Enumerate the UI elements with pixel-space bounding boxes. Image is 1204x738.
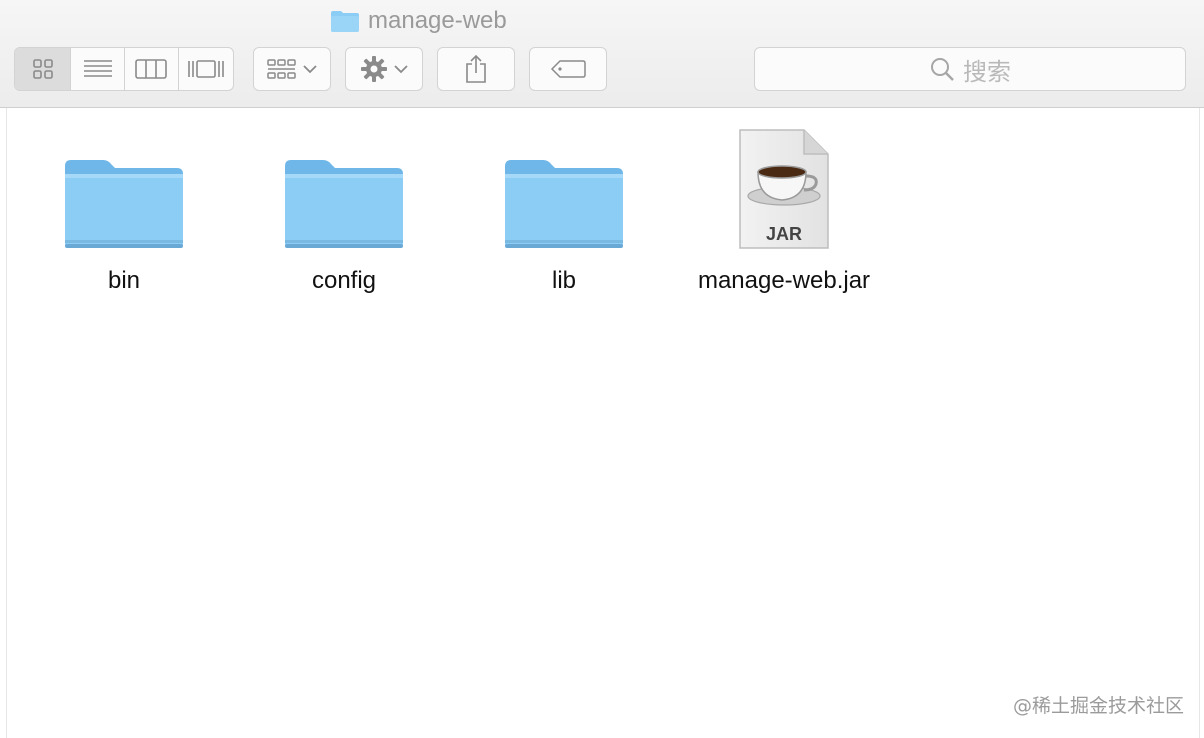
- search-placeholder: 搜索: [963, 58, 1011, 86]
- file-name: lib: [551, 267, 576, 294]
- grid-icon: [32, 59, 53, 79]
- list-icon: [83, 60, 112, 77]
- coverflow-view-button[interactable]: [179, 48, 233, 90]
- folder-icon: [65, 160, 183, 248]
- file-browser-area: bin config lib JAR manage-web.jar: [6, 108, 1200, 738]
- search-icon: [931, 58, 954, 81]
- chevron-down-icon: [394, 65, 408, 74]
- jar-badge: JAR: [766, 224, 802, 244]
- file-item-config[interactable]: config: [234, 122, 454, 302]
- finder-window: manage-web 搜索 bin config lib JAR manage-…: [0, 0, 1204, 738]
- list-view-button[interactable]: [71, 48, 125, 90]
- file-name: manage-web.jar: [697, 267, 871, 294]
- folder-icon: [331, 11, 359, 32]
- window-title: manage-web: [330, 6, 507, 36]
- toolbar: manage-web 搜索: [0, 0, 1204, 108]
- file-item-manage-web-jar[interactable]: JAR manage-web.jar: [674, 122, 894, 302]
- share-icon: [466, 54, 486, 83]
- search-input[interactable]: 搜索: [754, 47, 1186, 91]
- tag-button[interactable]: [529, 47, 607, 91]
- column-view-button[interactable]: [125, 48, 179, 90]
- window-title-text: manage-web: [368, 7, 507, 34]
- share-button[interactable]: [437, 47, 515, 91]
- action-button[interactable]: [345, 47, 423, 91]
- columns-icon: [135, 59, 168, 79]
- jar-file-icon: JAR: [739, 129, 829, 249]
- tag-icon: [550, 60, 586, 78]
- gear-icon: [361, 56, 387, 82]
- file-name: bin: [107, 267, 141, 294]
- icon-view-button[interactable]: [15, 48, 72, 90]
- file-name: config: [311, 267, 377, 294]
- arrange-grid-icon: [267, 59, 296, 79]
- arrange-button[interactable]: [253, 47, 331, 91]
- folder-icon: [285, 160, 403, 248]
- coverflow-icon: [187, 60, 224, 78]
- folder-icon: [505, 160, 623, 248]
- file-item-lib[interactable]: lib: [454, 122, 674, 302]
- view-mode-control: [14, 47, 234, 91]
- file-item-bin[interactable]: bin: [14, 122, 234, 302]
- chevron-down-icon: [303, 65, 317, 74]
- watermark: @稀土掘金技术社区: [1012, 695, 1184, 717]
